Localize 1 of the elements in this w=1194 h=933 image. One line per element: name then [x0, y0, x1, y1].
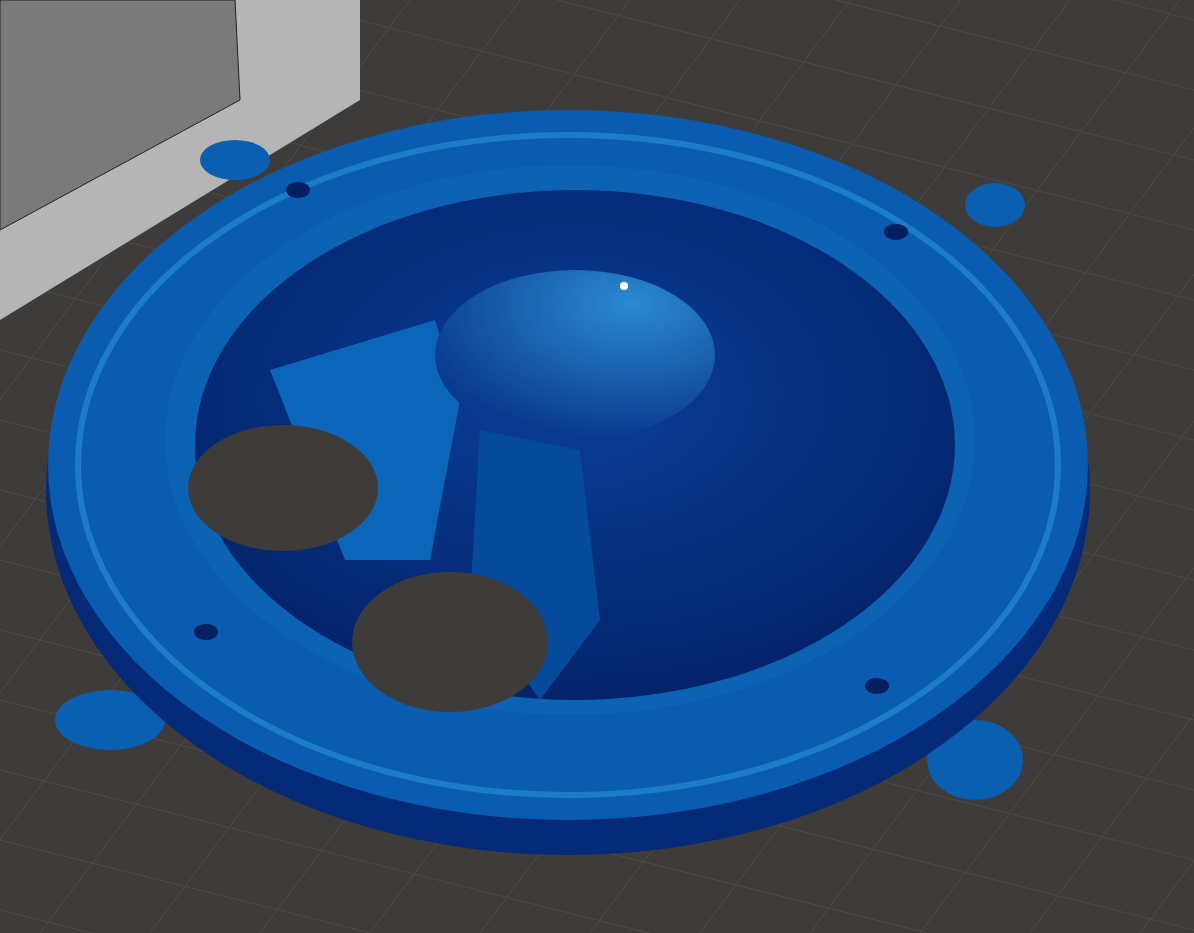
3d-viewport[interactable] — [0, 0, 1194, 933]
